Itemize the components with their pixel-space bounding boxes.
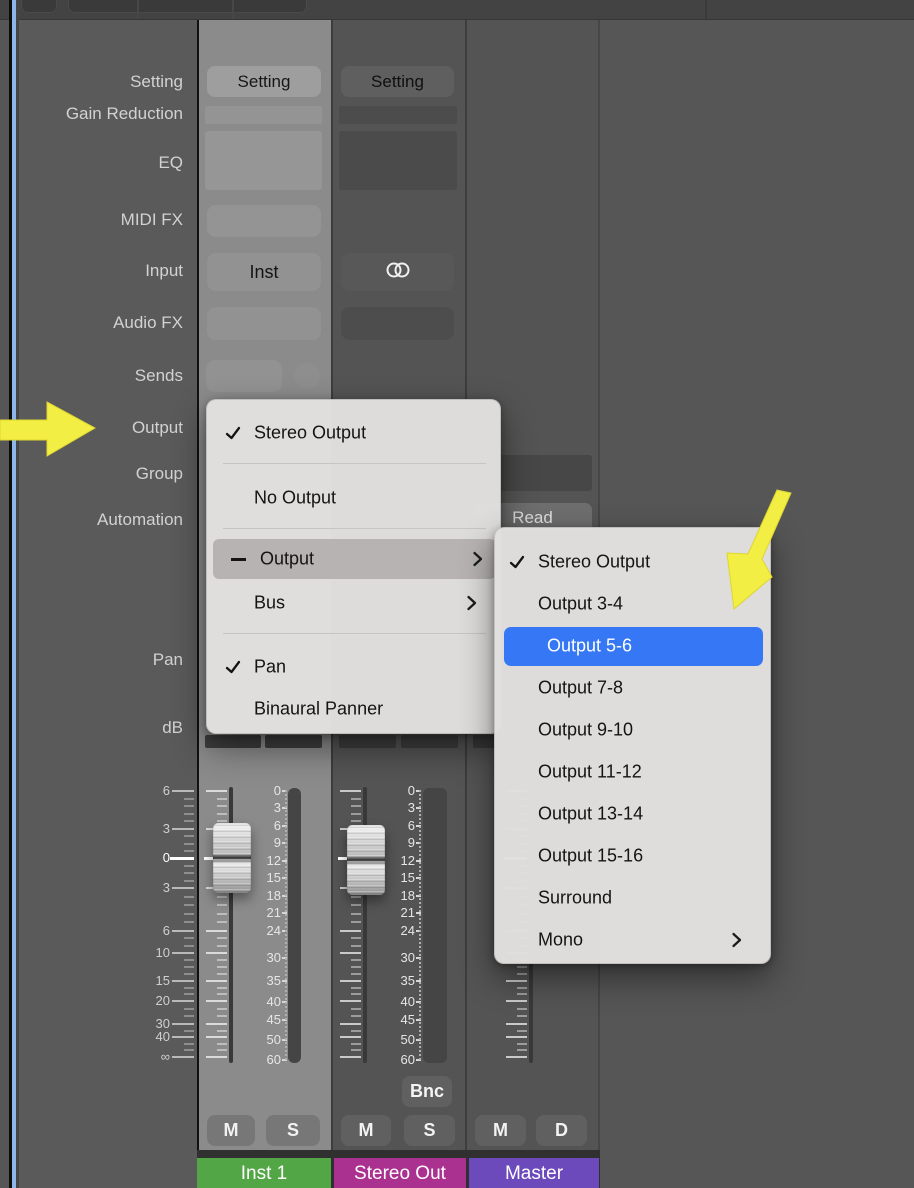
menu-item-label: Stereo Output [254,423,366,444]
menu-item-output-3-4[interactable]: Output 3-4 [495,583,770,625]
midi-fx-slot[interactable] [207,205,321,237]
volume-value-box[interactable] [205,735,261,748]
toolbar-button[interactable] [21,0,57,13]
menu-item-label: Output 11-12 [538,762,642,783]
fader-cap[interactable] [347,825,385,895]
gain-reduction-meter [205,106,322,124]
menu-item-output-15-16[interactable]: Output 15-16 [495,835,770,877]
menu-divider [223,528,486,529]
menu-item-output-11-12[interactable]: Output 11-12 [495,751,770,793]
level-meter [423,788,447,1063]
menu-item-label: Output 13-14 [538,804,643,825]
menu-item-label: Binaural Panner [254,699,383,720]
setting-button[interactable]: Setting [207,66,321,97]
menu-item-label: Stereo Output [538,552,650,573]
menu-item-output-5-6[interactable]: Output 5-6 [504,627,763,666]
menu-divider [223,463,486,464]
menu-item-mono[interactable]: Mono [495,919,770,961]
chevron-right-icon [472,551,483,568]
menu-item-pan[interactable]: Pan [207,647,500,687]
level-meter [288,788,301,1063]
gain-reduction-meter [339,106,457,124]
menu-item-binaural-panner[interactable]: Binaural Panner [207,689,500,729]
menu-item-no-output[interactable]: No Output [207,478,500,518]
menu-item-label: Output [260,549,314,570]
menu-item-label: No Output [254,488,336,509]
send-slot[interactable] [206,360,282,392]
audio-fx-slot[interactable] [207,307,321,340]
mixer-label-column [19,19,197,1188]
toolbar-strip [0,0,914,20]
mixed-state-dash-icon [231,558,246,561]
menu-item-output-13-14[interactable]: Output 13-14 [495,793,770,835]
output-context-menu: Stereo Output No Output Output Bus Pan Binaur… [206,399,501,734]
menu-item-stereo-output[interactable]: Stereo Output [207,413,500,453]
stereo-format-icon [383,261,413,284]
audio-fx-slot[interactable] [341,307,454,340]
output-submenu: Stereo Output Output 3-4 Output 5-6 Output … [494,527,771,964]
setting-button[interactable]: Setting [341,66,454,97]
peak-value-box[interactable] [265,735,322,748]
input-slot[interactable] [341,253,454,291]
menu-item-label: Output 9-10 [538,720,633,741]
mute-button[interactable]: M [207,1115,255,1146]
channel-name-inst1[interactable]: Inst 1 [197,1158,331,1188]
meter-tick-line [419,790,421,1060]
menu-item-stereo-output[interactable]: Stereo Output [495,541,770,583]
toolbar-separator [137,0,139,19]
menu-item-output-9-10[interactable]: Output 9-10 [495,709,770,751]
menu-item-bus[interactable]: Bus [207,583,500,623]
menu-item-label: Output 5-6 [547,636,632,657]
menu-item-label: Bus [254,593,285,614]
mute-button[interactable]: M [341,1115,391,1146]
mute-button[interactable]: M [475,1115,526,1146]
dim-button[interactable]: D [536,1115,587,1146]
eq-display[interactable] [205,131,322,190]
logic-mixer-window: SettingGain ReductionEQMIDI FXInputAudio… [0,0,914,1188]
checkmark-icon [509,554,525,570]
solo-button[interactable]: S [404,1115,455,1146]
volume-value-box[interactable] [339,735,396,748]
menu-item-output-7-8[interactable]: Output 7-8 [495,667,770,709]
chevron-right-icon [466,595,477,612]
chevron-right-icon [731,932,742,949]
meter-tick-line [285,790,287,1060]
menu-item-label: Output 3-4 [538,594,623,615]
menu-item-label: Output 15-16 [538,846,643,867]
peak-value-box[interactable] [401,735,458,748]
menu-divider [223,633,486,634]
checkmark-icon [225,659,241,675]
menu-item-output[interactable]: Output [213,539,496,579]
toolbar-separator [705,0,707,19]
toolbar-separator [232,0,234,19]
menu-item-label: Pan [254,657,286,678]
toolbar-segmented-control[interactable] [68,0,307,13]
channel-name-master[interactable]: Master [469,1158,599,1188]
bounce-button[interactable]: Bnc [402,1076,452,1107]
eq-display[interactable] [339,131,457,190]
menu-item-label: Output 7-8 [538,678,623,699]
input-slot[interactable]: Inst [207,253,321,291]
fader-cap[interactable] [213,823,251,893]
menu-item-label: Mono [538,930,583,951]
send-knob[interactable] [294,363,320,389]
checkmark-icon [225,425,241,441]
menu-item-surround[interactable]: Surround [495,877,770,919]
solo-button[interactable]: S [266,1115,320,1146]
window-edge-line [16,0,19,1188]
channel-name-stereo-out[interactable]: Stereo Out [334,1158,466,1188]
menu-item-label: Surround [538,888,612,909]
